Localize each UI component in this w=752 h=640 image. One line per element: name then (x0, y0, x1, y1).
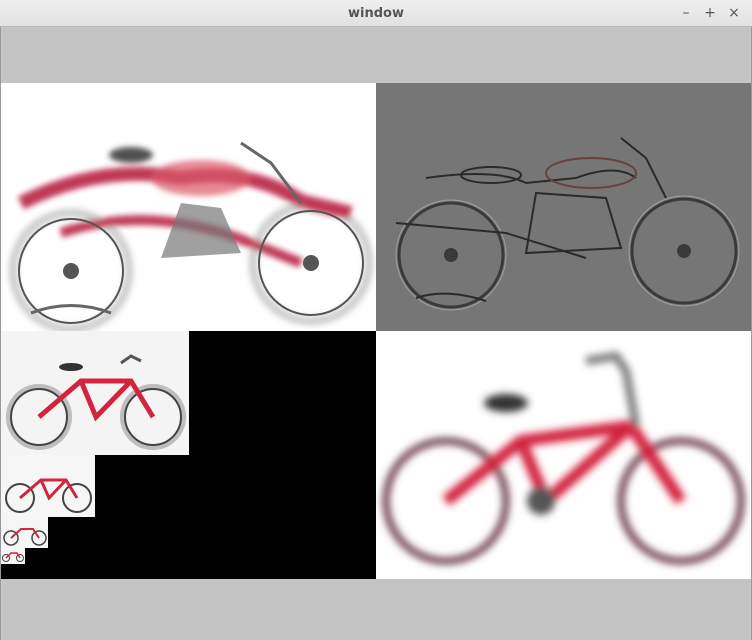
bicycle-blurred-image (382, 351, 745, 565)
bottom-empty-area (0, 580, 752, 638)
motorcycle-edges-image (395, 137, 740, 311)
pane-motorcycle-sharpened (1, 83, 376, 331)
motorcycle-sharpened-image (8, 141, 374, 331)
maximize-button[interactable]: + (701, 4, 719, 22)
bicycle-pyramid-image (1, 331, 189, 564)
window-title: window (348, 6, 404, 21)
pane-bicycle-pyramid (1, 331, 376, 579)
pane-bicycle-blurred (376, 331, 751, 579)
top-empty-area (0, 27, 752, 83)
pane-motorcycle-edges (376, 83, 751, 331)
image-canvas (1, 83, 751, 579)
minimize-button[interactable]: – (677, 4, 695, 22)
title-bar: window – + × (0, 0, 752, 27)
window-border-left (0, 27, 1, 640)
close-button[interactable]: × (725, 4, 743, 22)
